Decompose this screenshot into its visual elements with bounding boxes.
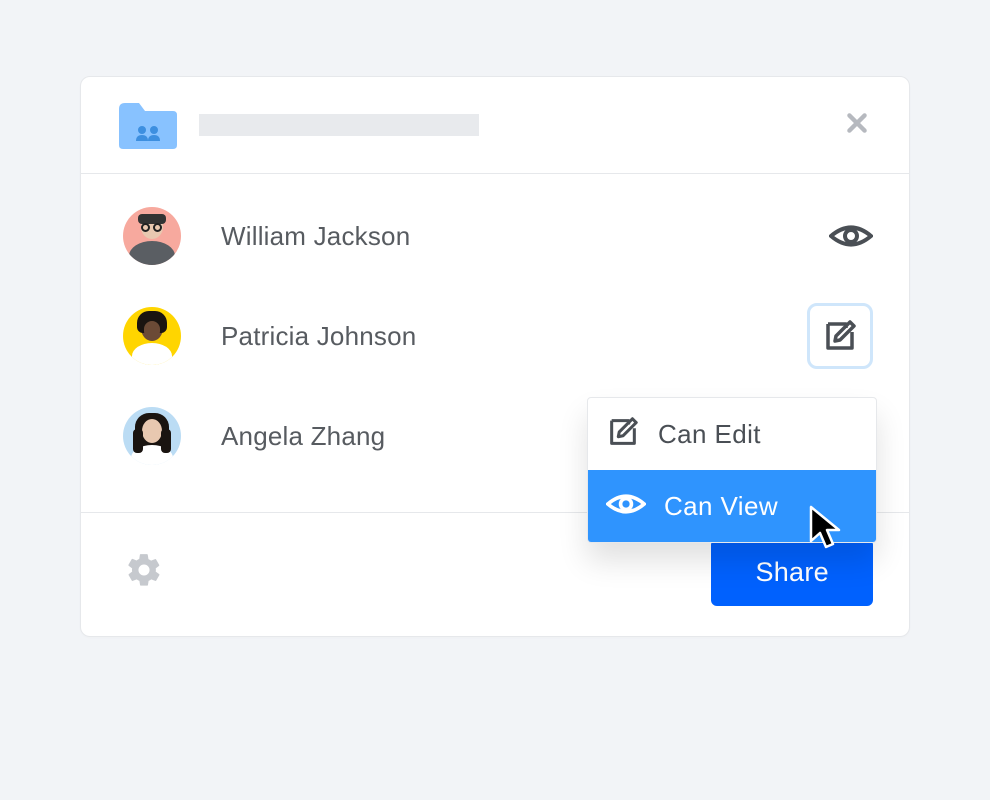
share-dialog: William Jackson Patricia Johnson: [80, 76, 910, 637]
dropdown-option-edit[interactable]: Can Edit: [588, 398, 876, 470]
edit-icon: [606, 415, 640, 454]
eye-icon: [829, 221, 873, 251]
avatar: [123, 407, 181, 465]
share-button[interactable]: Share: [711, 539, 873, 606]
gear-icon: [125, 551, 163, 594]
settings-button[interactable]: [125, 551, 163, 594]
member-row: William Jackson: [123, 200, 873, 272]
eye-icon: [606, 490, 646, 523]
shared-folder-icon: [115, 99, 179, 151]
dropdown-option-label: Can Edit: [658, 419, 761, 450]
folder-name-placeholder: [199, 114, 479, 136]
permission-control-active[interactable]: [807, 303, 873, 369]
avatar: [123, 207, 181, 265]
dropdown-option-label: Can View: [664, 491, 778, 522]
dialog-header: [81, 77, 909, 174]
close-icon: [844, 110, 870, 141]
member-name-label: William Jackson: [221, 221, 410, 252]
member-row: Patricia Johnson: [123, 300, 873, 372]
member-name-label: Patricia Johnson: [221, 321, 416, 352]
dropdown-option-view[interactable]: Can View: [588, 470, 876, 542]
edit-icon: [822, 318, 858, 354]
close-button[interactable]: [841, 109, 873, 141]
avatar: [123, 307, 181, 365]
member-name-label: Angela Zhang: [221, 421, 385, 452]
permission-control[interactable]: [829, 221, 873, 251]
permission-dropdown: Can Edit Can View: [587, 397, 877, 543]
